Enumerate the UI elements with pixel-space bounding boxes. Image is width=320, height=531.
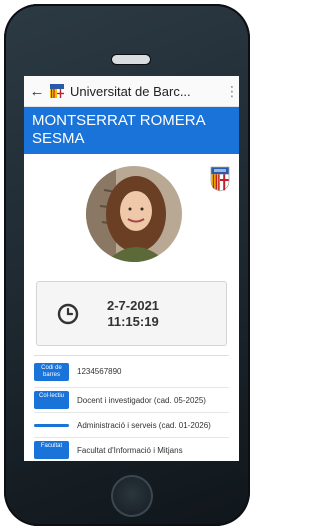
app-title: Universitat de Barc... [70, 83, 191, 99]
clock-card: 2-7-2021 11:15:19 [36, 281, 227, 346]
profile-photo [86, 166, 182, 262]
app-toolbar: ← Universitat de Barc... ⋮ [24, 76, 239, 107]
field-value-faculty: Facultat d'Informació i Mitjans [77, 445, 183, 455]
kebab-menu-icon[interactable]: ⋮ [225, 83, 239, 100]
field-value-collective-2: Administració i serveis (cad. 01-2026) [77, 420, 211, 430]
back-arrow-icon[interactable]: ← [24, 83, 50, 100]
field-label-collective: Col·lectiu [34, 391, 69, 409]
field-label-faculty: Facultat [34, 441, 69, 459]
university-crest-icon [210, 166, 230, 192]
profile-photo-area [24, 154, 239, 269]
field-label-collective-2 [34, 423, 69, 427]
university-crest-icon [50, 84, 64, 98]
field-value-barcode: 1234567890 [77, 367, 122, 376]
user-name: MONTSERRAT ROMERA SESMA [24, 107, 239, 154]
home-button[interactable] [111, 475, 153, 517]
field-row-collective-2: Administració i serveis (cad. 01-2026) [34, 413, 229, 437]
clock-date: 2-7-2021 [107, 297, 160, 313]
phone-frame: ← Universitat de Barc... ⋮ MONTSERRAT RO… [4, 4, 250, 526]
clock-time: 11:15:19 [107, 313, 159, 329]
field-value-collective: Docent i investigador (cad. 05-2025) [77, 395, 206, 405]
field-row-barcode: Codi de barres 1234567890 [34, 356, 229, 387]
phone-speaker [111, 54, 151, 65]
field-row-faculty: Facultat Facultat d'Informació i Mitjans [34, 438, 229, 461]
field-label-barcode: Codi de barres [34, 362, 69, 381]
clock-datetime: 2-7-2021 11:15:19 [107, 298, 159, 330]
field-row-collective: Col·lectiu Docent i investigador (cad. 0… [34, 388, 229, 412]
app-screen: ← Universitat de Barc... ⋮ MONTSERRAT RO… [24, 76, 239, 461]
clock-icon [57, 303, 79, 324]
